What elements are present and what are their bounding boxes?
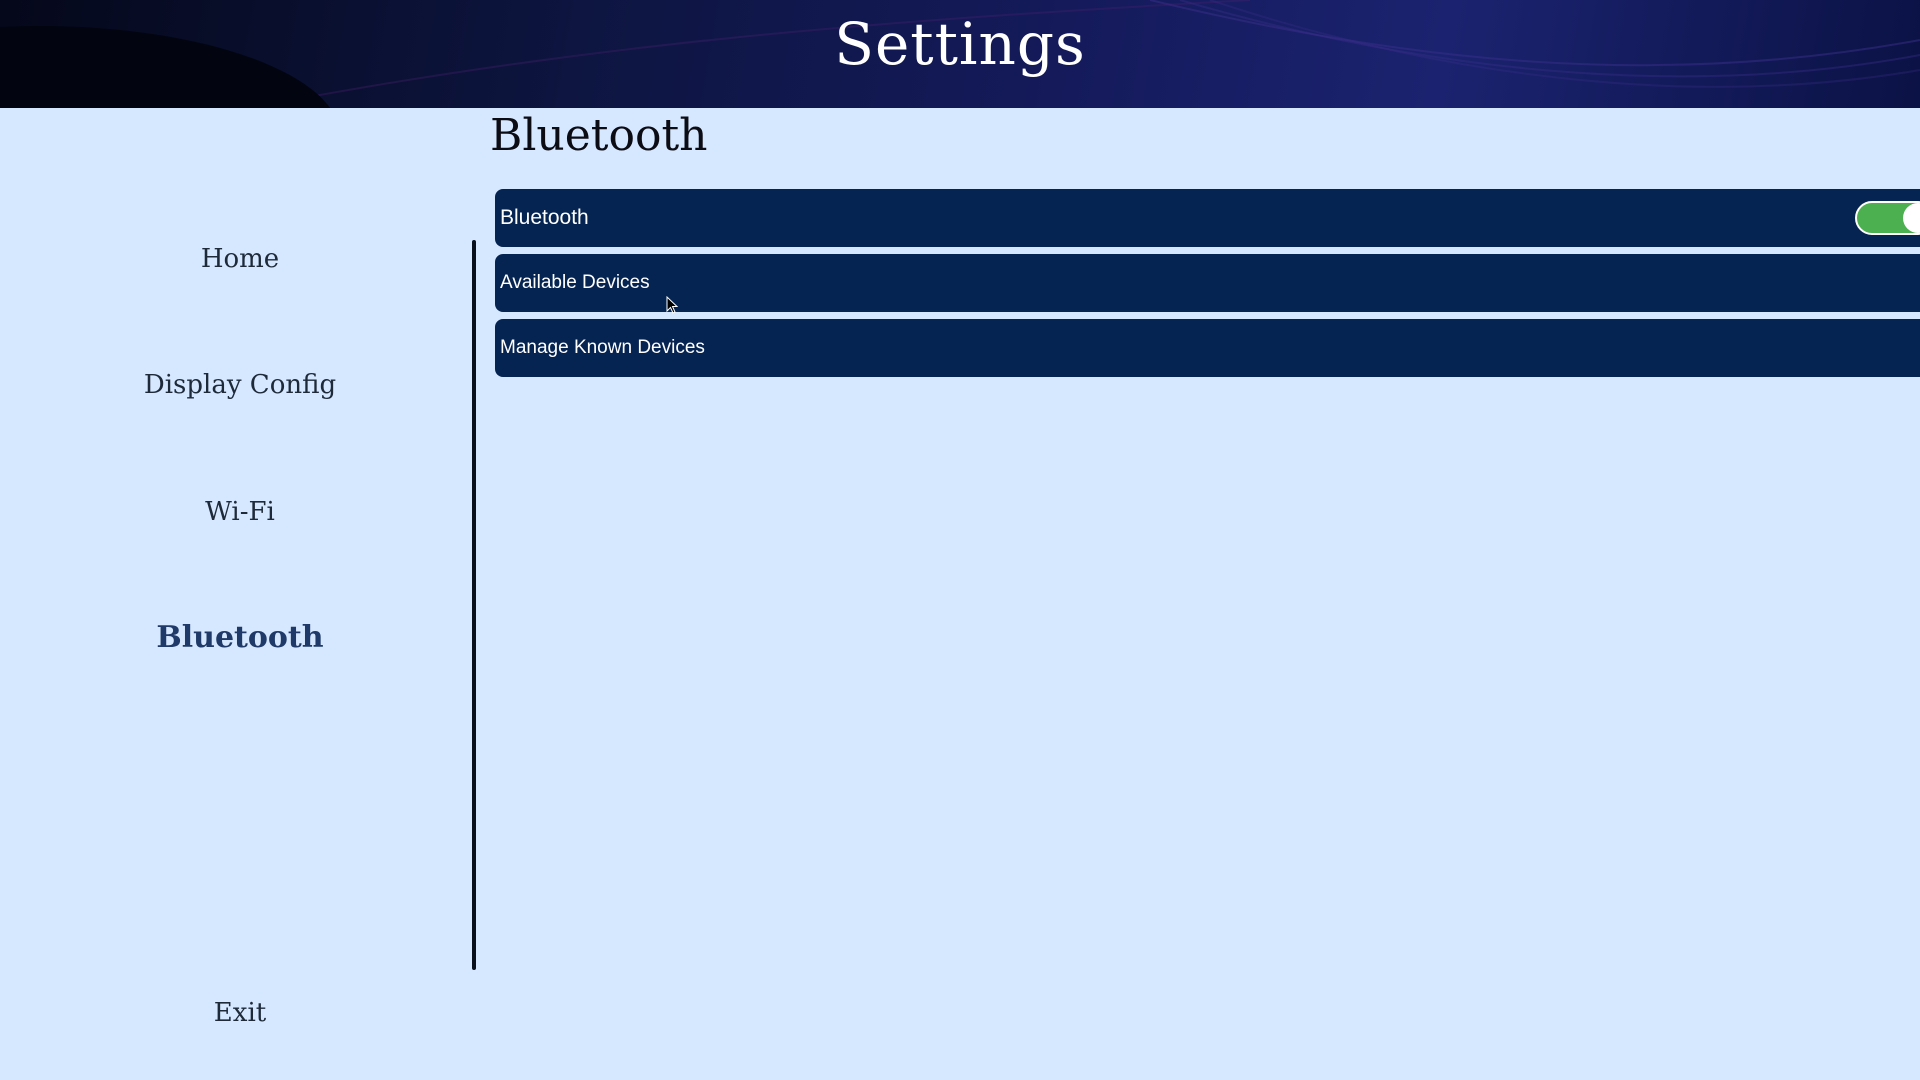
toggle-knob: [1903, 203, 1920, 233]
manage-known-devices-label: Manage Known Devices: [500, 337, 705, 358]
page-title: Bluetooth: [490, 110, 708, 161]
sidebar-item-display-config[interactable]: Display Config: [0, 370, 480, 400]
bluetooth-toggle-switch[interactable]: [1855, 201, 1920, 235]
available-devices-label: Available Devices: [500, 272, 650, 293]
app-title: Settings: [834, 10, 1086, 78]
mouse-cursor-icon: [666, 296, 679, 314]
manage-known-devices-row[interactable]: Manage Known Devices: [495, 319, 1920, 377]
sidebar-item-wifi[interactable]: Wi-Fi: [0, 497, 480, 527]
sidebar-item-home[interactable]: Home: [0, 244, 480, 274]
sidebar-divider: [472, 240, 476, 970]
sidebar: Home Display Config Wi-Fi Bluetooth Exit: [0, 108, 475, 1080]
exit-button[interactable]: Exit: [0, 998, 480, 1028]
bluetooth-row-label: Bluetooth: [500, 206, 589, 229]
available-devices-row[interactable]: Available Devices: [495, 254, 1920, 312]
header-banner: Settings: [0, 0, 1920, 108]
sidebar-item-bluetooth[interactable]: Bluetooth: [0, 620, 480, 655]
bluetooth-toggle-row[interactable]: Bluetooth: [495, 189, 1920, 247]
